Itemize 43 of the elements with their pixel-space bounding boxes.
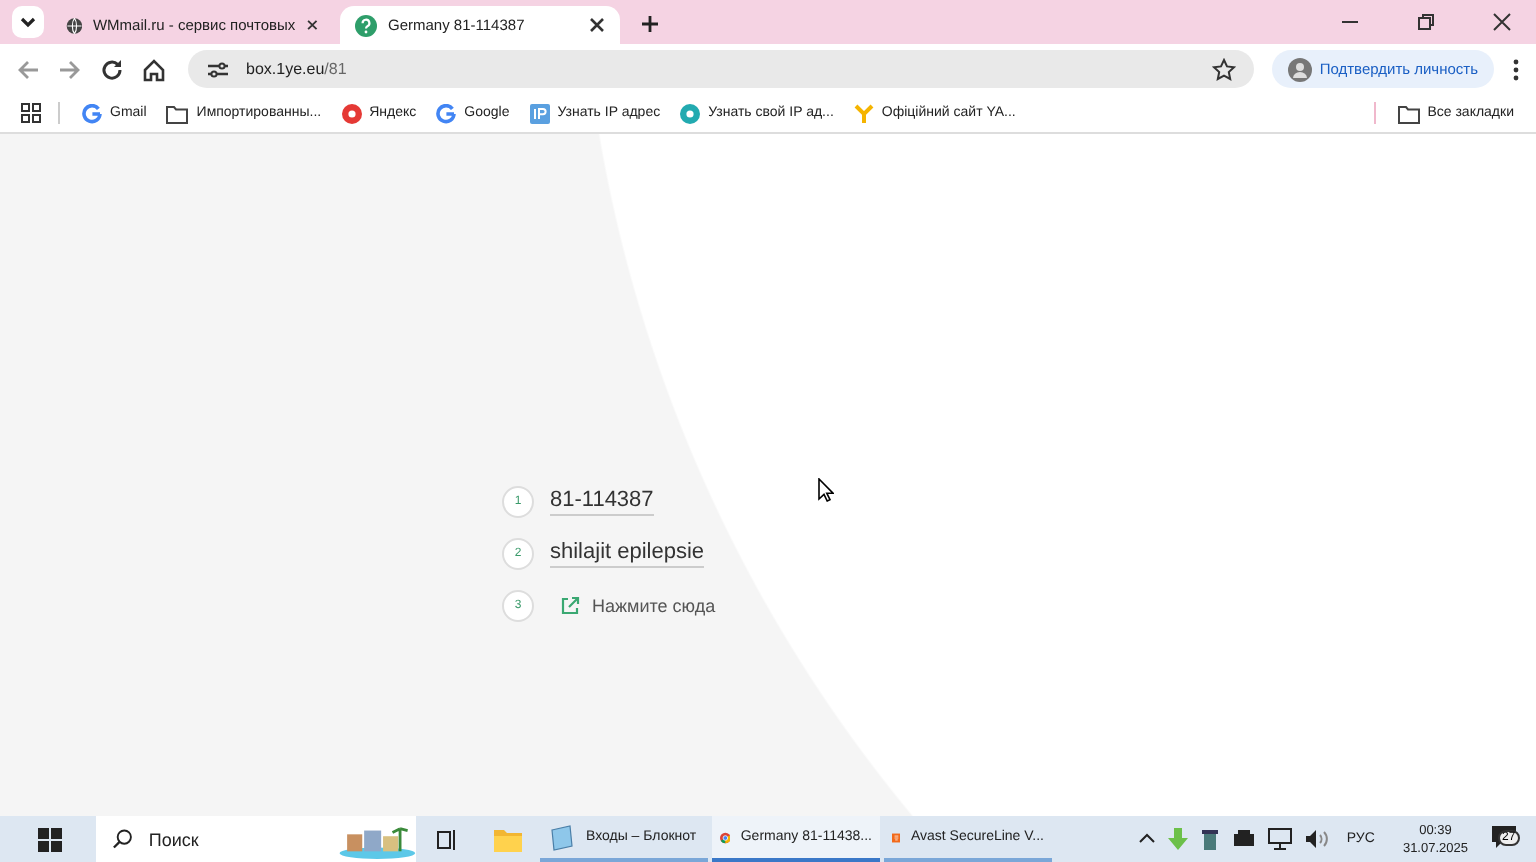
g-logo-icon [82, 103, 102, 123]
url-text: box.1ye.eu/81 [246, 60, 349, 78]
g-logo-icon [436, 103, 457, 123]
folder-icon [1397, 103, 1420, 123]
search-icon [112, 828, 133, 850]
close-icon[interactable] [305, 16, 318, 34]
round-logo-icon [341, 103, 362, 123]
taskbar-search-box[interactable]: Поиск [96, 816, 416, 862]
restore-icon[interactable] [1416, 12, 1436, 32]
step-text: shilajit epilepsie [550, 539, 705, 567]
mouse-cursor-icon [818, 478, 834, 502]
bookmark-star-icon[interactable] [1211, 57, 1236, 81]
tab-search-button[interactable] [12, 6, 44, 38]
click-here-link[interactable]: Нажмите сюда [560, 595, 716, 615]
site-settings-icon[interactable] [206, 57, 230, 81]
folder-icon [166, 103, 189, 123]
reload-icon[interactable] [100, 57, 124, 81]
address-bar[interactable]: box.1ye.eu/81 [188, 50, 1254, 88]
search-input[interactable]: Поиск [144, 827, 333, 851]
close-icon[interactable] [588, 16, 606, 34]
y-logo-icon [853, 103, 874, 123]
round-logo-icon [680, 103, 701, 123]
question-mark-icon [354, 13, 378, 37]
globe-icon [66, 13, 83, 37]
close-icon[interactable] [1492, 12, 1512, 32]
network-icon[interactable] [1268, 828, 1293, 850]
new-tab-icon[interactable] [640, 14, 660, 34]
chevron-down-icon [18, 12, 38, 32]
trash-icon[interactable] [1200, 828, 1221, 850]
step-text: 81-114387 [550, 487, 654, 515]
ip-badge-icon [529, 103, 550, 123]
menu-icon[interactable] [1512, 57, 1520, 81]
task-view-icon[interactable] [434, 827, 458, 851]
chevron-up-icon[interactable] [1138, 830, 1157, 848]
apps-grid-icon[interactable] [20, 102, 42, 124]
home-icon[interactable] [142, 57, 166, 81]
speaker-icon[interactable] [1304, 828, 1329, 850]
notepad-icon [548, 823, 576, 851]
external-link-icon [560, 595, 580, 615]
forward-icon[interactable] [58, 57, 82, 81]
back-icon[interactable] [16, 57, 40, 81]
windows-start-icon[interactable] [38, 827, 62, 851]
avatar-icon [1287, 57, 1312, 81]
